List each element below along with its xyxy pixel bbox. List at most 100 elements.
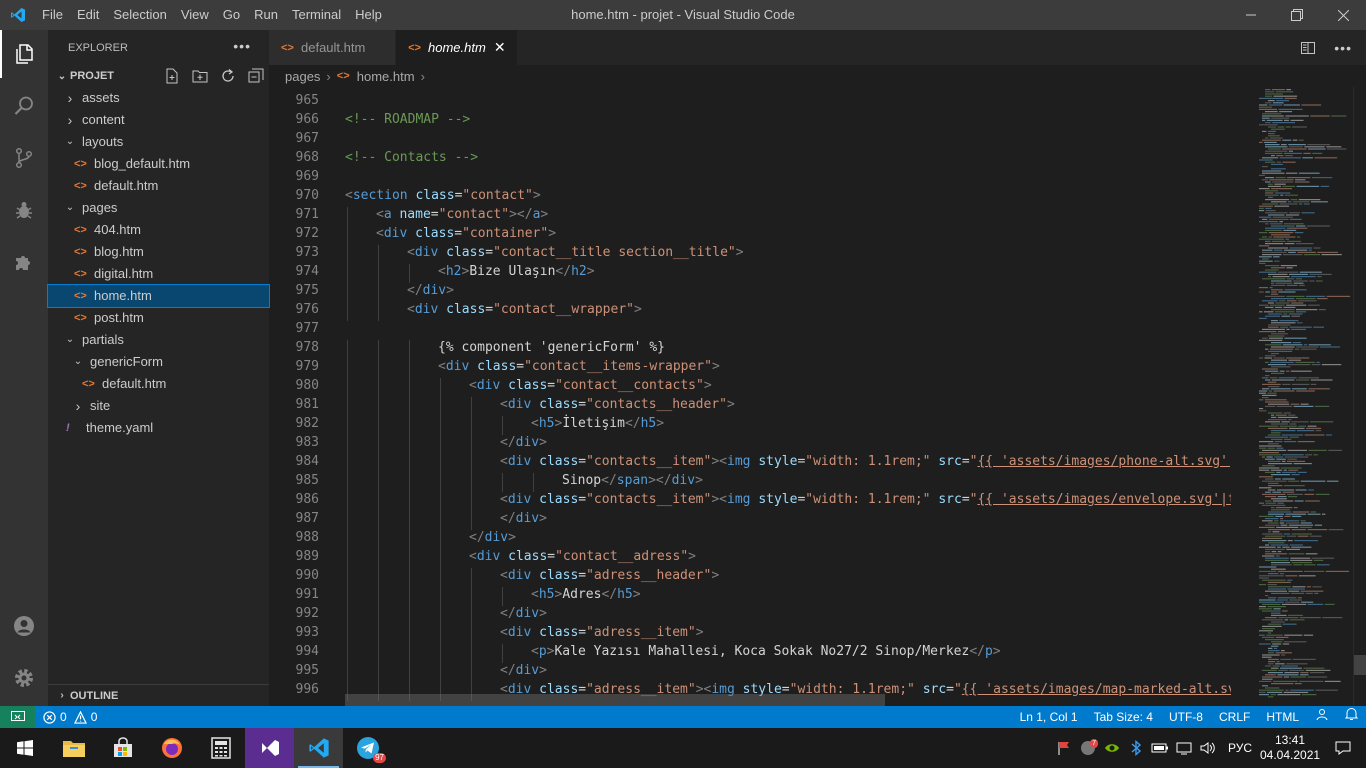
indent-guide — [378, 587, 379, 606]
flag-icon[interactable] — [1052, 728, 1076, 768]
tree-file[interactable]: <> blog.htm — [48, 241, 269, 263]
indent-guide — [378, 568, 379, 587]
tree-folder[interactable]: › assets — [48, 87, 269, 109]
notifications-bell-icon[interactable] — [1337, 706, 1366, 728]
tree-folder[interactable]: ⌄ partials — [48, 329, 269, 351]
outline-section[interactable]: › OUTLINE — [48, 684, 269, 706]
accounts-icon[interactable] — [0, 602, 48, 650]
language-mode[interactable]: HTML — [1258, 706, 1307, 728]
tree-file[interactable]: <> post.htm — [48, 307, 269, 329]
tree-folder[interactable]: ⌄ pages — [48, 197, 269, 219]
tree-file[interactable]: <> home.htm — [47, 284, 270, 308]
new-folder-icon[interactable] — [192, 68, 208, 84]
network-icon[interactable] — [1172, 728, 1196, 768]
menu-bar: File Edit Selection View Go Run Terminal… — [35, 0, 389, 30]
firefox-taskbar-icon[interactable] — [147, 728, 196, 768]
settings-gear-icon[interactable] — [0, 654, 48, 702]
notification-app-icon[interactable]: 7 — [1076, 728, 1100, 768]
feedback-icon[interactable] — [1307, 706, 1337, 728]
close-tab-icon[interactable]: ✕ — [494, 39, 506, 56]
tab-home-htm[interactable]: <> home.htm ✕ — [396, 30, 518, 65]
file-explorer-taskbar-icon[interactable] — [49, 728, 98, 768]
battery-icon[interactable] — [1148, 728, 1172, 768]
html-file-icon: <> — [336, 70, 350, 82]
scrollbar-thumb[interactable] — [1354, 655, 1366, 675]
menu-selection[interactable]: Selection — [106, 0, 173, 30]
menu-view[interactable]: View — [174, 0, 216, 30]
more-actions-icon[interactable]: ••• — [1334, 40, 1352, 56]
tab-default-htm[interactable]: <> default.htm — [269, 30, 396, 65]
tree-file[interactable]: <> 404.htm — [48, 219, 269, 241]
indent-guide — [347, 397, 348, 416]
tree-file[interactable]: ! theme.yaml — [48, 417, 269, 439]
visual-studio-taskbar-icon[interactable] — [245, 728, 294, 768]
action-center-icon[interactable] — [1320, 728, 1366, 768]
bluetooth-icon[interactable] — [1124, 728, 1148, 768]
line-ending[interactable]: CRLF — [1211, 706, 1258, 728]
indent-guide — [347, 549, 348, 568]
line-number: 981 — [295, 397, 319, 412]
line-number: 969 — [295, 169, 319, 184]
close-window-button[interactable] — [1320, 0, 1366, 30]
more-actions-icon[interactable]: ••• — [233, 38, 251, 54]
minimap[interactable] — [1231, 87, 1353, 706]
tree-file[interactable]: <> default.htm — [48, 373, 269, 395]
menu-help[interactable]: Help — [348, 0, 389, 30]
refresh-icon[interactable] — [220, 68, 236, 84]
code-editor[interactable]: 965 966 <!-- ROADMAP --> 967 968 <!-- Contact… — [269, 87, 1231, 706]
line-number: 996 — [295, 682, 319, 697]
html-file-icon: <> — [74, 158, 87, 170]
menu-terminal[interactable]: Terminal — [285, 0, 348, 30]
project-section-header[interactable]: ⌄ PROJET — [48, 65, 269, 87]
tree-file[interactable]: <> blog_default.htm — [48, 153, 269, 175]
menu-file[interactable]: File — [35, 0, 70, 30]
breadcrumb-file[interactable]: home.htm — [357, 69, 415, 84]
input-language[interactable]: РУС — [1220, 741, 1260, 755]
code-line: <div class="contact__wrapper"> — [407, 302, 642, 317]
restore-button[interactable] — [1274, 0, 1320, 30]
remote-icon[interactable] — [0, 706, 35, 728]
new-file-icon[interactable] — [164, 68, 180, 84]
file-tree: › assets › content ⌄ layouts <> blog_default.ht… — [47, 87, 270, 439]
extensions-icon[interactable] — [0, 238, 48, 286]
horizontal-scrollbar[interactable] — [345, 694, 885, 706]
menu-run[interactable]: Run — [247, 0, 285, 30]
clock[interactable]: 13:41 04.04.2021 — [1260, 733, 1320, 763]
indent-guide — [378, 473, 379, 492]
minimize-button[interactable] — [1228, 0, 1274, 30]
vertical-scrollbar[interactable] — [1353, 87, 1366, 706]
telegram-taskbar-icon[interactable]: 97 — [343, 728, 392, 768]
breadcrumb-pages[interactable]: pages — [285, 69, 320, 84]
tab-size[interactable]: Tab Size: 4 — [1086, 706, 1161, 728]
indent-guide — [347, 492, 348, 511]
volume-icon[interactable] — [1196, 728, 1220, 768]
search-icon[interactable] — [0, 82, 48, 130]
tree-folder[interactable]: ⌄ genericForm — [48, 351, 269, 373]
menu-go[interactable]: Go — [216, 0, 247, 30]
line-number: 975 — [295, 283, 319, 298]
tree-file[interactable]: <> default.htm — [48, 175, 269, 197]
nvidia-icon[interactable] — [1100, 728, 1124, 768]
line-number: 968 — [295, 150, 319, 165]
cursor-position[interactable]: Ln 1, Col 1 — [1012, 706, 1086, 728]
tree-file[interactable]: <> digital.htm — [48, 263, 269, 285]
vscode-taskbar-icon[interactable] — [294, 728, 343, 768]
run-debug-icon[interactable] — [0, 186, 48, 234]
source-control-icon[interactable] — [0, 134, 48, 182]
calculator-taskbar-icon[interactable] — [196, 728, 245, 768]
store-taskbar-icon[interactable] — [98, 728, 147, 768]
problems-indicator[interactable]: 0 0 — [35, 706, 105, 728]
indent-guide — [347, 226, 348, 245]
tree-folder[interactable]: ⌄ layouts — [48, 131, 269, 153]
indent-guide — [378, 397, 379, 416]
collapse-all-icon[interactable] — [248, 68, 264, 84]
code-line: <div class="contacts__header"> — [500, 397, 735, 412]
windows-start-icon[interactable] — [0, 728, 49, 768]
explorer-icon[interactable] — [0, 30, 48, 78]
encoding[interactable]: UTF-8 — [1161, 706, 1211, 728]
project-name: PROJET — [70, 70, 115, 82]
split-editor-icon[interactable] — [1300, 40, 1316, 56]
tree-folder[interactable]: › site — [48, 395, 269, 417]
menu-edit[interactable]: Edit — [70, 0, 106, 30]
tree-folder[interactable]: › content — [48, 109, 269, 131]
